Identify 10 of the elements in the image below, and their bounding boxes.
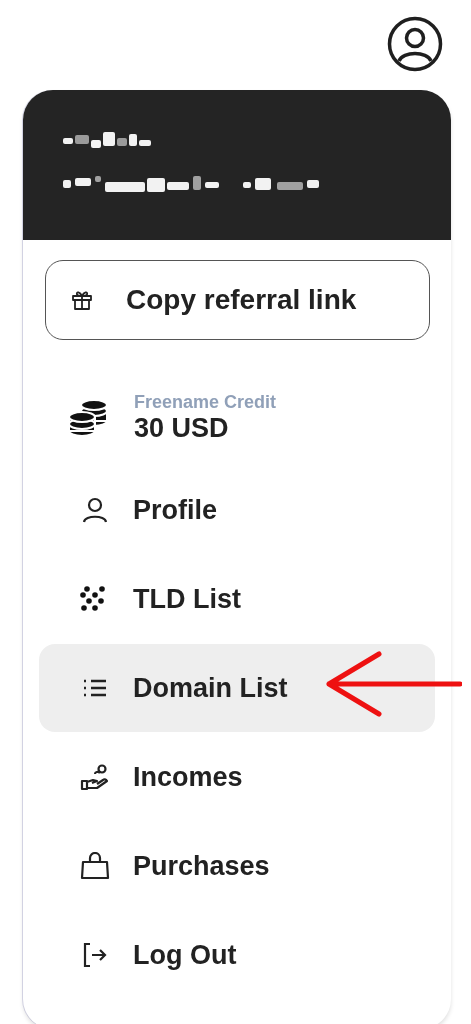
menu-item[interactable]: Domain List xyxy=(39,644,435,732)
menu-item[interactable]: Profile xyxy=(39,466,435,554)
menu-item[interactable]: Incomes xyxy=(39,733,435,821)
copy-referral-link-button[interactable]: Copy referral link xyxy=(45,260,430,340)
credit-amount: 30 USD xyxy=(134,413,230,444)
menu-item[interactable]: Log Out xyxy=(39,911,435,999)
menu-item[interactable]: Purchases xyxy=(39,822,435,910)
menu-item[interactable]: TLD List xyxy=(39,555,435,643)
credit-label: Freename Credit xyxy=(134,392,277,413)
user-avatar-icon[interactable] xyxy=(387,16,443,72)
